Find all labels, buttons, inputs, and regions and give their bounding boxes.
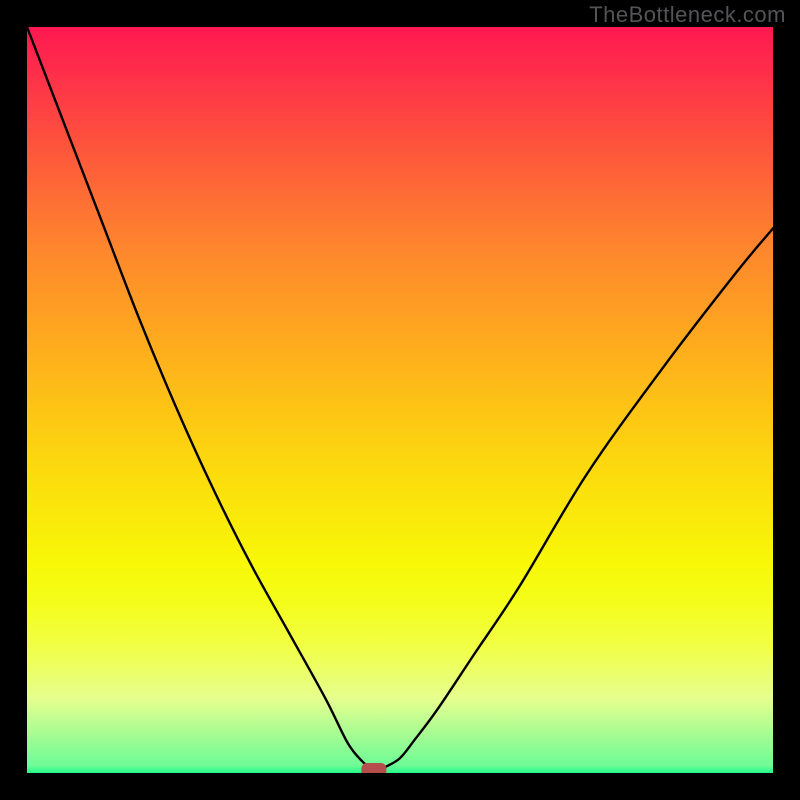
plot-area [27,27,773,773]
minimum-marker [362,764,386,773]
curve-layer [27,27,773,773]
watermark-text: TheBottleneck.com [589,2,786,28]
chart-frame: TheBottleneck.com [0,0,800,800]
bottleneck-curve [27,27,773,769]
